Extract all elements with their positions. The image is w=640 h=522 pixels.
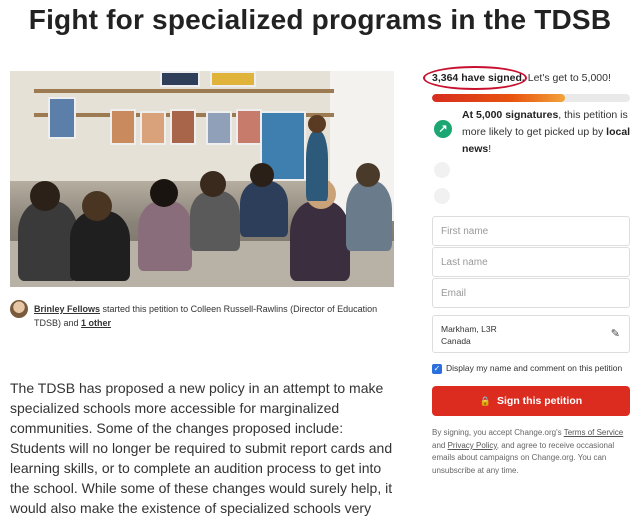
display-name-checkbox[interactable]: ✓: [432, 364, 442, 374]
photo-painting: [170, 109, 196, 145]
starter-text: Brinley Fellows started this petition to…: [34, 302, 394, 330]
location-line1: Markham, L3R: [441, 324, 497, 334]
avatar[interactable]: [10, 300, 28, 318]
photo-person: [18, 201, 78, 281]
photo-painting: [236, 109, 262, 145]
signature-progress-bar: [432, 94, 630, 102]
photo-person: [82, 191, 112, 221]
photo-painting: [210, 71, 256, 87]
placeholder-dot: [434, 162, 450, 178]
placeholder-dot: [434, 188, 450, 204]
photo-person: [200, 171, 226, 197]
petition-photo: [10, 71, 394, 287]
photo-person: [30, 181, 60, 211]
photo-person: [308, 115, 326, 133]
photo-painting: [110, 109, 136, 145]
other-decision-makers-link[interactable]: 1 other: [81, 318, 111, 328]
photo-painting: [206, 111, 232, 145]
legal-part1: By signing, you accept Change.org's: [432, 428, 564, 437]
photo-person: [290, 201, 350, 281]
progress-fill: [432, 94, 565, 102]
first-name-input[interactable]: First name: [432, 216, 630, 246]
photo-person: [70, 211, 130, 281]
location-field[interactable]: Markham, L3R Canada ✎: [432, 315, 630, 353]
sign-petition-button[interactable]: 🔒 Sign this petition: [432, 386, 630, 416]
photo-person: [240, 181, 288, 237]
trending-up-icon: ↗: [434, 120, 452, 138]
photo-person: [150, 179, 178, 207]
promo-text: At 5,000 signatures, this petition is mo…: [462, 107, 632, 158]
legal-part2: and: [432, 440, 448, 450]
photo-painting: [140, 111, 166, 145]
photo-person: [346, 181, 392, 251]
promo-end: !: [488, 143, 492, 155]
legal-text: By signing, you accept Change.org's Term…: [432, 427, 630, 477]
email-input[interactable]: Email: [432, 278, 630, 308]
photo-painting: [48, 97, 76, 139]
photo-person: [190, 191, 240, 251]
terms-of-service-link[interactable]: Terms of Service: [564, 428, 624, 437]
petition-story: The TDSB has proposed a new policy in an…: [10, 380, 393, 522]
annotation-circle: [423, 66, 527, 90]
page-title: Fight for specialized programs in the TD…: [28, 4, 612, 35]
last-name-input[interactable]: Last name: [432, 247, 630, 277]
photo-person: [356, 163, 380, 187]
photo-painting: [160, 71, 200, 87]
photo-person: [250, 163, 274, 187]
location-line2: Canada: [441, 336, 471, 346]
edit-pencil-icon[interactable]: ✎: [611, 328, 620, 340]
display-name-label[interactable]: Display my name and comment on this peti…: [446, 363, 622, 373]
sign-button-label: Sign this petition: [497, 395, 583, 407]
author-link[interactable]: Brinley Fellows: [34, 304, 100, 314]
photo-person: [138, 201, 192, 271]
lock-icon: 🔒: [479, 396, 492, 406]
goal-text: Let's get to 5,000!: [524, 72, 611, 84]
promo-bold1: At 5,000 signatures: [462, 109, 559, 121]
photo-person: [306, 131, 328, 201]
privacy-policy-link[interactable]: Privacy Policy: [448, 441, 497, 450]
photo-shelf: [34, 89, 334, 93]
